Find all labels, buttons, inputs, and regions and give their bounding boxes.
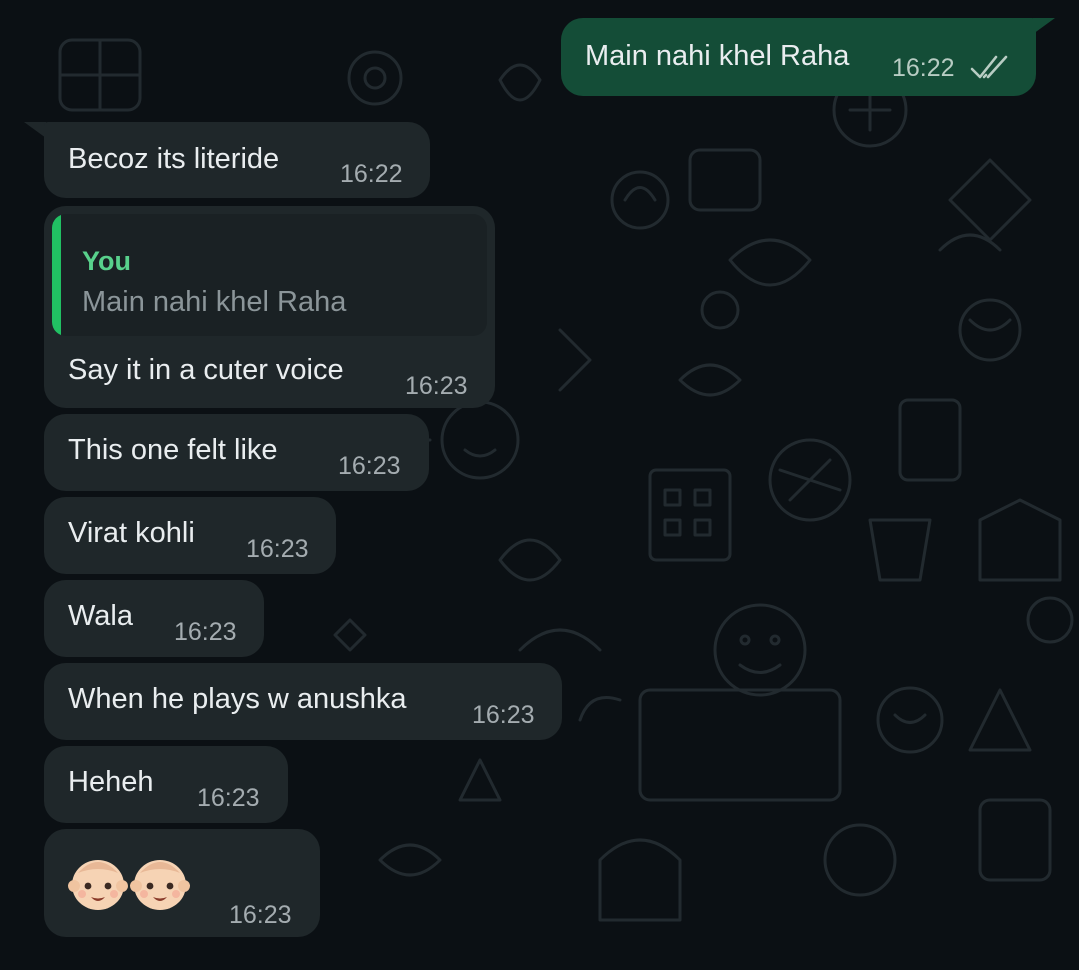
message-text: Virat kohli: [68, 517, 195, 549]
message-text: Heheh: [68, 766, 154, 798]
message-text: Becoz its literide: [68, 143, 280, 175]
message-text: This one felt like: [68, 434, 278, 466]
message-time: 16:23: [338, 452, 401, 480]
quote-author: You: [82, 246, 131, 276]
incoming-tail: [24, 122, 46, 138]
quote-accent-bar: [52, 214, 61, 336]
quoted-message[interactable]: You Main nahi khel Raha: [52, 214, 487, 336]
double-check-icon: [970, 55, 1008, 79]
message-text: Wala: [68, 600, 133, 632]
incoming-message[interactable]: This one felt like 16:23: [44, 414, 429, 491]
incoming-message[interactable]: Virat kohli 16:23: [44, 497, 336, 574]
message-time: 16:23: [197, 784, 260, 812]
incoming-message[interactable]: When he plays w anushka 16:23: [44, 663, 562, 740]
emoji-message[interactable]: 16:23: [44, 829, 320, 937]
message-text: When he plays w anushka: [68, 683, 407, 715]
outgoing-message[interactable]: Main nahi khel Raha 16:22: [561, 18, 1036, 96]
message-text: Say it in a cuter voice: [68, 354, 344, 386]
message-time: 16:23: [174, 618, 237, 646]
outgoing-tail: [1033, 18, 1055, 34]
message-time: 16:23: [472, 701, 535, 729]
incoming-message[interactable]: Heheh 16:23: [44, 746, 288, 823]
message-time: 16:22: [892, 54, 955, 82]
quote-text: Main nahi khel Raha: [82, 286, 347, 318]
message-time: 16:23: [405, 372, 468, 400]
incoming-message[interactable]: Becoz its literide 16:22: [44, 122, 430, 198]
message-time: 16:23: [246, 535, 309, 563]
message-text: Main nahi khel Raha: [585, 40, 850, 72]
reply-message[interactable]: You Main nahi khel Raha Say it in a cute…: [44, 206, 495, 408]
message-time: 16:22: [340, 160, 403, 188]
baby-face-icon: [68, 860, 128, 910]
incoming-message[interactable]: Wala 16:23: [44, 580, 264, 657]
message-time: 16:23: [229, 901, 292, 929]
baby-face-icon: [130, 860, 190, 910]
